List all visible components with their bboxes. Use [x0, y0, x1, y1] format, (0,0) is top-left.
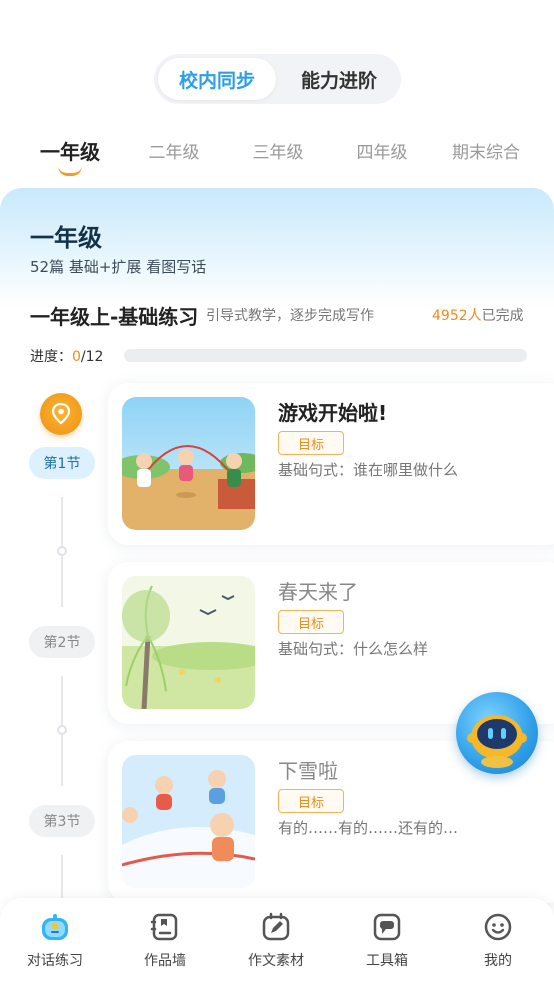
tab-final-review[interactable]: 期末综合 [434, 138, 538, 168]
progress-total: /12 [80, 349, 104, 365]
active-tab-indicator [58, 166, 82, 176]
bottom-nav: 对话练习 作品墙 作文素材 工具箱 我的 [0, 898, 554, 984]
lesson-title: 游戏开始啦! [278, 401, 388, 425]
nav-label: 作品墙 [144, 953, 186, 969]
timeline-dot [57, 546, 67, 556]
lesson-card-1[interactable]: 游戏开始啦! 目标 基础句式：谁在哪里做什么 [108, 383, 554, 545]
lesson-illustration-snow [122, 755, 255, 888]
nav-label: 作文素材 [248, 953, 304, 969]
nav-item-writing-material[interactable]: 作文素材 [221, 912, 331, 976]
mode-switch: 校内同步 能力进阶 [154, 54, 401, 104]
works-wall-icon [150, 913, 178, 941]
completed-suffix: 已完成 [481, 308, 524, 324]
progress-label: 进度：0/12 [30, 346, 103, 366]
section-pill-1[interactable]: 第1节 [29, 447, 95, 479]
goal-tag[interactable]: 目标 [278, 610, 344, 634]
lesson-pattern: 有的……有的……还有的… [278, 819, 459, 837]
nav-item-toolbox[interactable]: 工具箱 [332, 912, 442, 976]
grade-subtitle: 52篇 基础+扩展 看图写话 [30, 258, 207, 276]
tab-grade-2[interactable]: 二年级 [122, 138, 226, 168]
section-pill-2[interactable]: 第2节 [29, 626, 95, 658]
pencil-note-icon [262, 912, 290, 941]
toolbox-icon [373, 913, 401, 941]
location-pin-icon [40, 393, 82, 435]
grade-tabs: 一年级 二年级 三年级 四年级 期末综合 [0, 134, 554, 182]
tab-grade-1[interactable]: 一年级 [18, 136, 122, 166]
progress-prefix: 进度： [30, 349, 72, 365]
lesson-pattern: 基础句式：什么怎么样 [278, 640, 429, 658]
nav-item-dialogue-practice[interactable]: 对话练习 [0, 912, 110, 976]
tab-grade-3[interactable]: 三年级 [226, 138, 330, 168]
tab-school-sync[interactable]: 校内同步 [158, 58, 276, 100]
lesson-illustration-jump-rope [122, 397, 255, 530]
course-description: 引导式教学，逐步完成写作 [206, 308, 374, 324]
nav-item-works-wall[interactable]: 作品墙 [110, 912, 220, 976]
nav-label: 我的 [484, 953, 512, 969]
lesson-illustration-spring [122, 576, 255, 709]
lesson-title: 春天来了 [278, 580, 358, 604]
lesson-title: 下雪啦 [278, 759, 338, 783]
chat-robot-icon [42, 914, 68, 940]
profile-face-icon [484, 913, 512, 941]
tab-ability-advance[interactable]: 能力进阶 [280, 58, 398, 100]
completed-number: 4952人 [432, 308, 482, 324]
goal-tag[interactable]: 目标 [278, 431, 344, 455]
robot-icon [467, 715, 527, 768]
nav-item-profile[interactable]: 我的 [443, 912, 553, 976]
progress-current: 0 [72, 349, 81, 365]
goal-tag[interactable]: 目标 [278, 789, 344, 813]
tab-grade-4[interactable]: 四年级 [330, 138, 434, 168]
lesson-pattern: 基础句式：谁在哪里做什么 [278, 461, 459, 479]
grade-title: 一年级 [30, 224, 102, 252]
section-pill-3[interactable]: 第3节 [29, 805, 95, 837]
course-title: 一年级上-基础练习 [30, 305, 199, 329]
timeline-dot [57, 725, 67, 735]
progress-bar [124, 349, 527, 362]
timeline-line [61, 855, 63, 900]
nav-label: 对话练习 [27, 953, 83, 969]
completion-count: 4952人已完成 [432, 305, 524, 325]
robot-assistant-button[interactable] [456, 692, 538, 774]
nav-label: 工具箱 [366, 953, 408, 969]
